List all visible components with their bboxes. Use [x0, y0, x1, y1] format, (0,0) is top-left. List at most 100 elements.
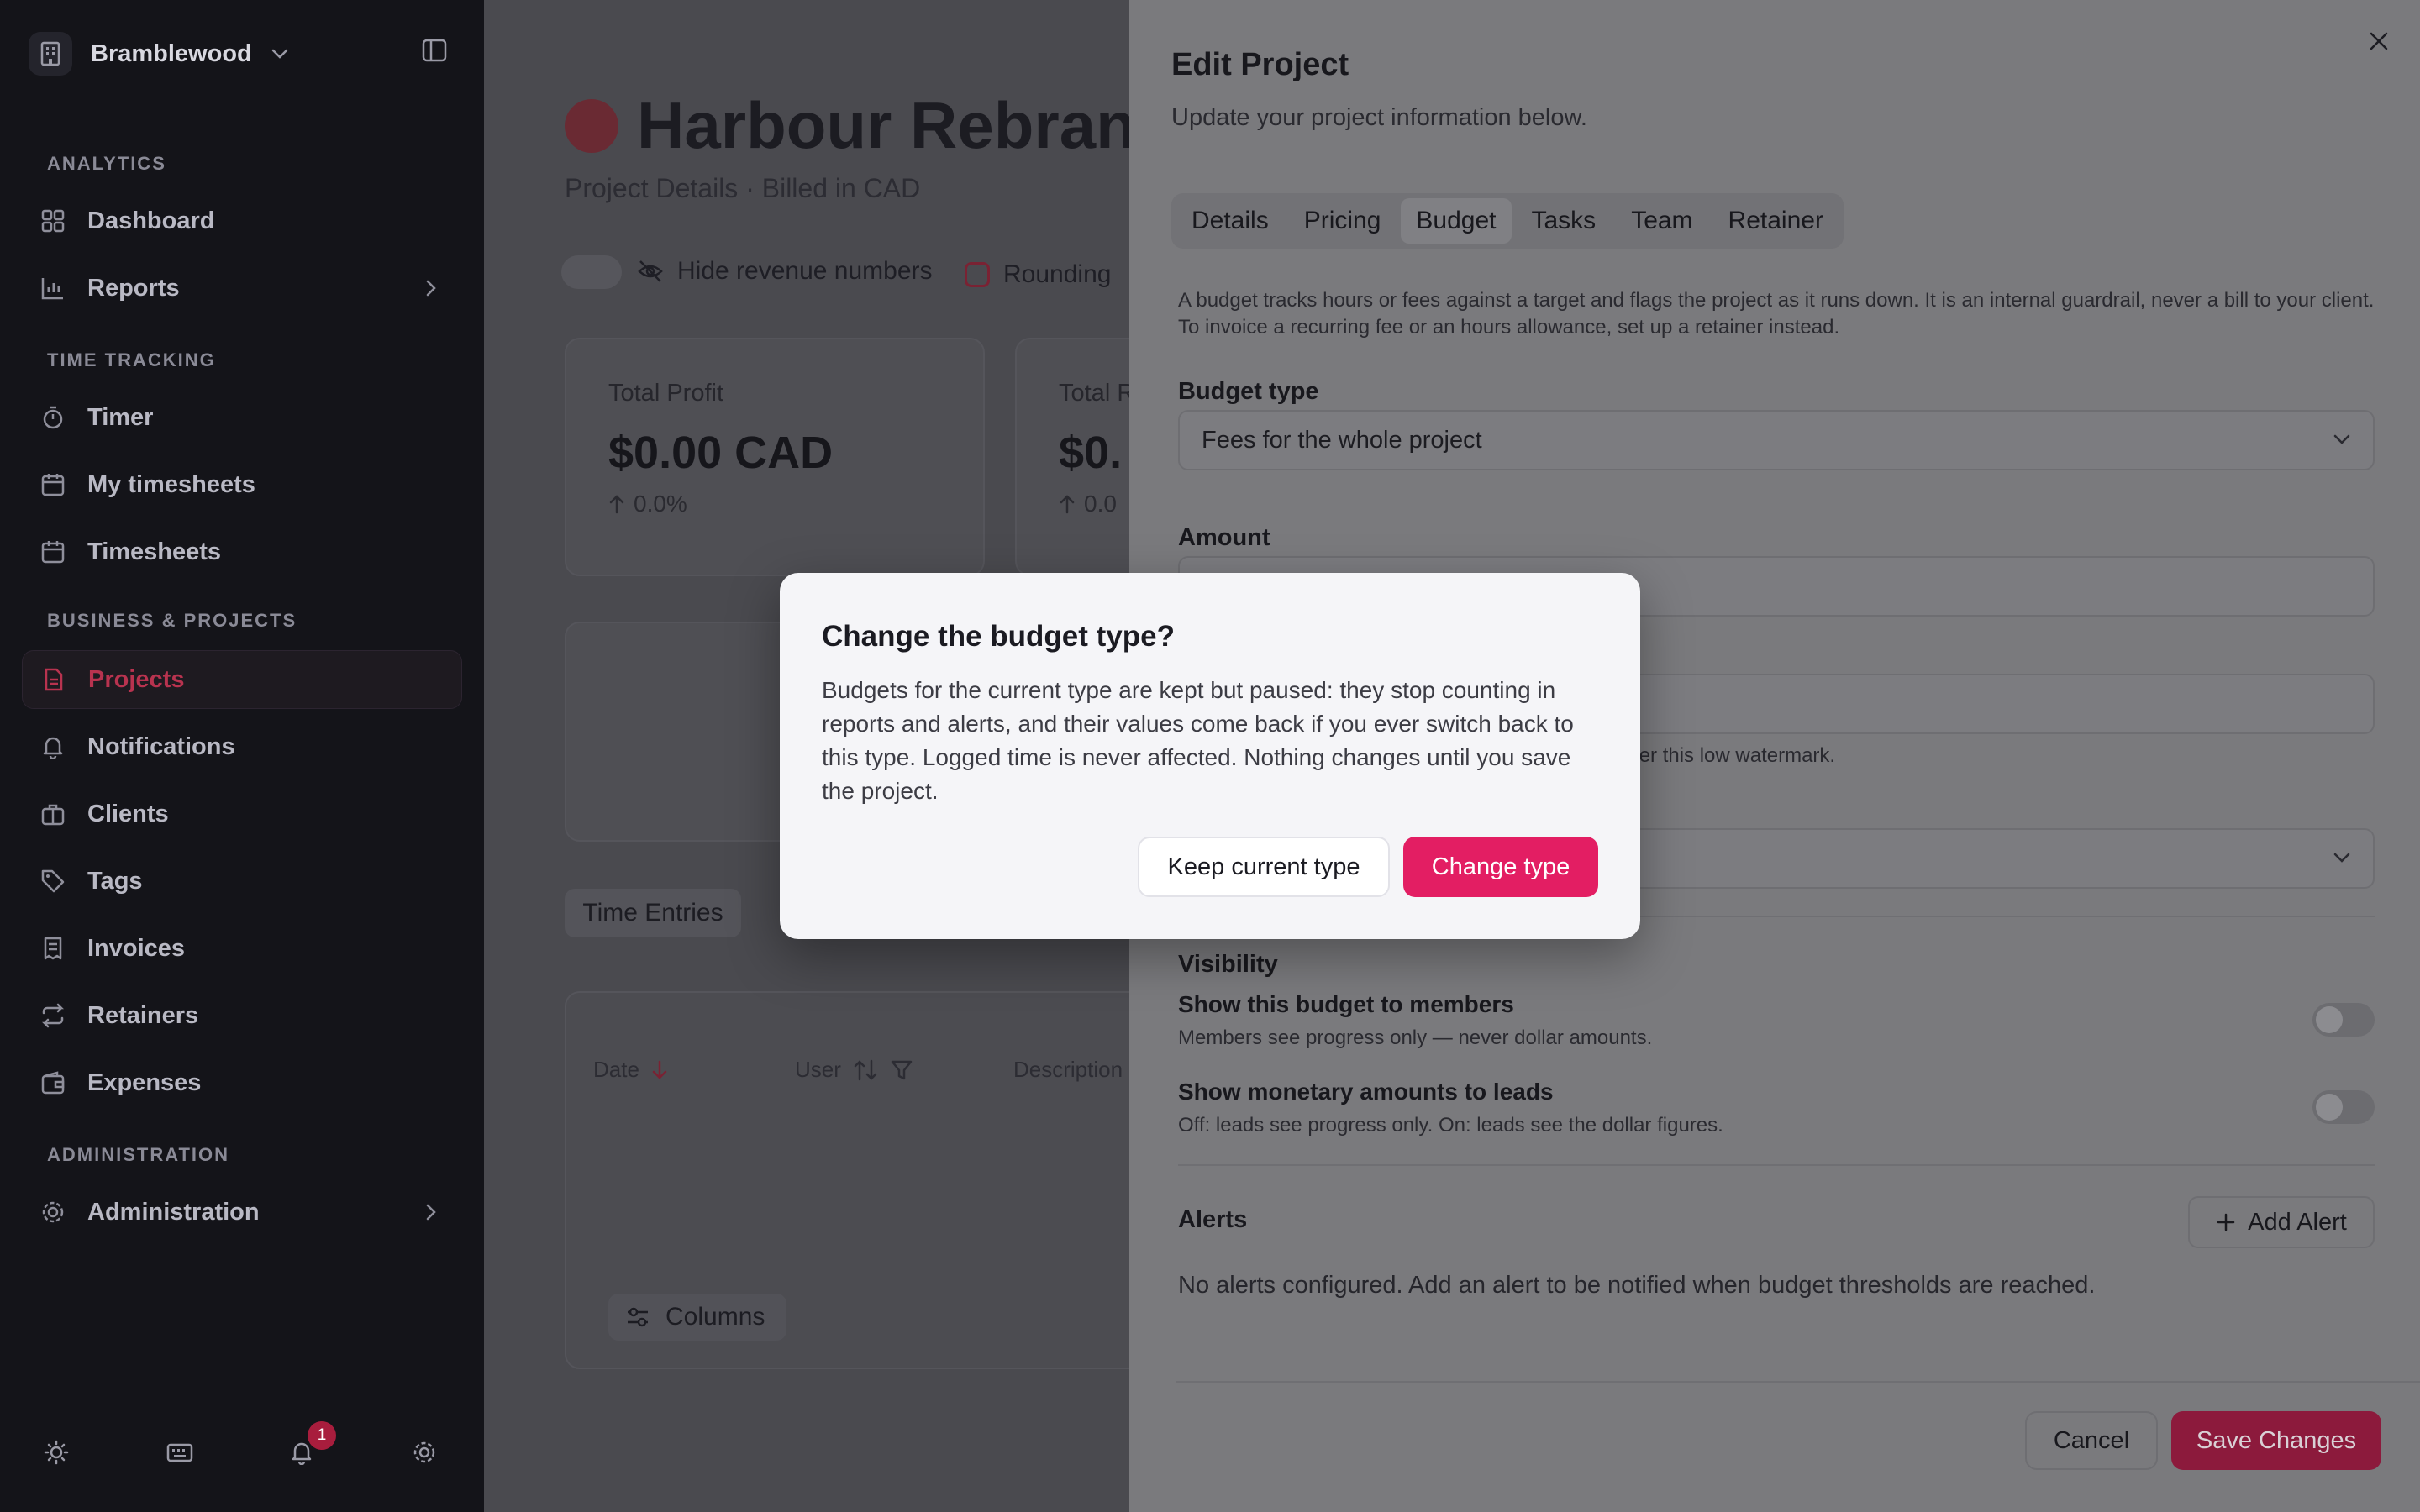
dashboard-icon — [40, 208, 66, 234]
stat-change: 0.0% — [608, 491, 687, 517]
tag-icon — [40, 869, 66, 894]
sidebar-item-invoices[interactable]: Invoices — [22, 919, 462, 978]
rounding-label: Rounding — [1003, 260, 1112, 288]
save-changes-button[interactable]: Save Changes — [2171, 1411, 2381, 1470]
columns-label: Columns — [666, 1303, 765, 1331]
toggle-knob — [2316, 1094, 2343, 1121]
stat-change: 0.0 — [1059, 491, 1117, 517]
tab-time-entries[interactable]: Time Entries — [565, 889, 741, 937]
settings-gear-icon[interactable] — [412, 1440, 437, 1465]
keyboard-icon[interactable] — [166, 1440, 193, 1465]
sidebar-item-retainers[interactable]: Retainers — [22, 986, 462, 1045]
sidebar-item-clients[interactable]: Clients — [22, 785, 462, 843]
add-alert-button[interactable]: Add Alert — [2188, 1196, 2375, 1248]
section-analytics: ANALYTICS — [47, 153, 166, 174]
stat-change-value: 0.0% — [634, 491, 687, 517]
column-header-label: User — [795, 1057, 841, 1082]
document-icon — [41, 667, 66, 692]
page-subtitle: Project Details · Billed in CAD — [565, 173, 921, 203]
rounding-checkbox[interactable] — [965, 262, 990, 287]
panel-tabs: Details Pricing Budget Tasks Team Retain… — [1171, 193, 1844, 249]
show-leads-subtitle: Off: leads see progress only. On: leads … — [1178, 1114, 1723, 1137]
show-leads-toggle[interactable] — [2312, 1090, 2375, 1124]
sidebar-item-projects[interactable]: Projects — [22, 650, 462, 709]
amount-label: Amount — [1178, 524, 1270, 551]
sidebar-item-tags[interactable]: Tags — [22, 852, 462, 911]
hide-revenue-control[interactable]: Hide revenue numbers — [637, 257, 933, 286]
workspace-name: Bramblewood — [91, 39, 252, 67]
sidebar-item-label: Projects — [88, 665, 185, 693]
sidebar-item-label: Retainers — [87, 1001, 199, 1029]
show-leads-title: Show monetary amounts to leads — [1178, 1079, 1554, 1105]
tab-budget[interactable]: Budget — [1401, 198, 1512, 244]
show-members-subtitle: Members see progress only — never dollar… — [1178, 1026, 1653, 1049]
no-alerts-message: No alerts configured. Add an alert to be… — [1178, 1272, 2096, 1299]
sidebar-item-timer[interactable]: Timer — [22, 388, 462, 447]
tab-details[interactable]: Details — [1176, 198, 1284, 244]
arrow-up-icon — [1059, 494, 1076, 514]
hide-revenue-toggle[interactable] — [561, 255, 622, 289]
show-members-title: Show this budget to members — [1178, 991, 1514, 1017]
change-type-button[interactable]: Change type — [1403, 837, 1598, 897]
sidebar: Bramblewood ANALYTICS Dashboard Reports … — [0, 0, 484, 1512]
cancel-button[interactable]: Cancel — [2025, 1411, 2158, 1470]
filter-icon — [890, 1058, 913, 1082]
section-administration: ADMINISTRATION — [47, 1144, 230, 1165]
timer-icon — [40, 405, 66, 430]
sidebar-item-label: Expenses — [87, 1068, 202, 1096]
column-header-user[interactable]: User — [795, 1057, 913, 1083]
tab-retainer[interactable]: Retainer — [1713, 198, 1839, 244]
columns-button[interactable]: Columns — [608, 1294, 786, 1341]
tab-tasks[interactable]: Tasks — [1517, 198, 1612, 244]
sidebar-item-expenses[interactable]: Expenses — [22, 1053, 462, 1112]
column-header-description[interactable]: Description — [1013, 1057, 1123, 1083]
sort-icon — [853, 1058, 878, 1082]
panel-subtitle: Update your project information below. — [1171, 104, 1587, 131]
sidebar-item-dashboard[interactable]: Dashboard — [22, 192, 462, 250]
budget-type-label: Budget type — [1178, 378, 1319, 405]
sidebar-item-label: Dashboard — [87, 207, 215, 234]
rounding-control[interactable]: Rounding — [965, 260, 1111, 289]
project-color-dot — [565, 99, 618, 153]
sidebar-item-label: Notifications — [87, 732, 235, 760]
sidebar-item-label: My timesheets — [87, 470, 255, 498]
sidebar-item-timesheets[interactable]: Timesheets — [22, 522, 462, 581]
alerts-title: Alerts — [1178, 1206, 1248, 1233]
keep-current-type-button[interactable]: Keep current type — [1138, 837, 1390, 897]
stat-value: $0.00 CAD — [608, 428, 834, 478]
sidebar-item-label: Timesheets — [87, 538, 222, 565]
column-header-date[interactable]: Date — [593, 1057, 668, 1083]
section-time-tracking: TIME TRACKING — [47, 349, 216, 370]
sidebar-item-notifications[interactable]: Notifications — [22, 717, 462, 776]
wallet-icon — [40, 1070, 66, 1095]
sidebar-item-my-timesheets[interactable]: My timesheets — [22, 455, 462, 514]
page-title: Harbour Rebrand — [637, 88, 1176, 162]
receipt-icon — [40, 936, 66, 961]
budget-description: A budget tracks hours or fees against a … — [1178, 289, 2375, 339]
workspace-switcher[interactable]: Bramblewood — [29, 32, 289, 76]
sidebar-toggle-icon[interactable] — [422, 39, 447, 62]
arrow-down-icon — [651, 1059, 668, 1081]
sidebar-item-label: Clients — [87, 800, 169, 827]
budget-type-select[interactable]: Fees for the whole project — [1178, 410, 2375, 470]
tab-pricing[interactable]: Pricing — [1289, 198, 1397, 244]
panel-title: Edit Project — [1171, 47, 1349, 82]
briefcase-icon — [40, 801, 66, 827]
sun-icon[interactable] — [44, 1440, 69, 1465]
change-budget-type-dialog: Change the budget type? Budgets for the … — [780, 573, 1640, 939]
add-alert-label: Add Alert — [2248, 1208, 2347, 1236]
close-icon[interactable] — [2368, 30, 2390, 52]
tab-team[interactable]: Team — [1616, 198, 1707, 244]
sidebar-item-administration[interactable]: Administration — [22, 1183, 462, 1242]
hide-revenue-label: Hide revenue numbers — [677, 257, 933, 285]
show-members-toggle[interactable] — [2312, 1003, 2375, 1037]
sidebar-item-reports[interactable]: Reports — [22, 259, 462, 318]
visibility-title: Visibility — [1178, 951, 1278, 978]
divider — [1176, 1381, 2420, 1383]
gear-icon — [40, 1200, 66, 1225]
arrow-up-icon — [608, 494, 625, 514]
stat-label: Total R — [1059, 380, 1135, 407]
sidebar-item-label: Tags — [87, 867, 143, 895]
sidebar-item-label: Timer — [87, 403, 154, 431]
bar-chart-icon — [40, 276, 66, 301]
